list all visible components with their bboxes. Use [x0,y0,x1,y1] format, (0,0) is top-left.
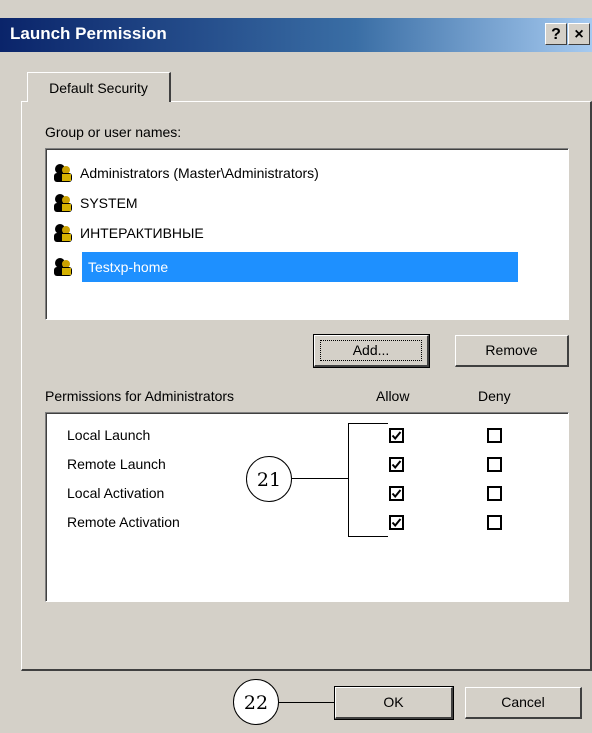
permission-local-activation: Local Activation [67,485,165,501]
check-icon [391,431,402,441]
check-icon [391,489,402,499]
focus-rect [320,340,422,361]
callout-bracket [348,423,349,537]
cancel-button[interactable]: Cancel [465,687,582,719]
help-button[interactable]: ? [545,23,567,45]
deny-remote-activation-checkbox[interactable] [487,515,502,530]
launch-permission-dialog: Launch Permission ? × Default Security G… [0,0,592,733]
callout-leader-22 [279,702,335,703]
users-icon [52,257,72,277]
user-item-administrators[interactable]: Administrators (Master\Administrators) [46,158,566,188]
user-name: Administrators (Master\Administrators) [80,165,319,181]
permission-local-launch: Local Launch [67,427,151,443]
user-item-interactive[interactable]: ИНТЕРАКТИВНЫЕ [46,218,566,248]
callout-bracket-top [348,423,388,424]
check-icon [391,460,402,470]
user-item-testxp-home[interactable]: Testxp-home [46,252,566,282]
window-title: Launch Permission [10,24,167,43]
ok-button[interactable]: OK [334,686,454,720]
users-icon [52,223,72,243]
users-icon [52,193,72,213]
callout-leader-21 [292,478,348,479]
deny-local-launch-checkbox[interactable] [487,428,502,443]
cancel-button-label: Cancel [501,694,545,710]
callout-22: 22 [233,679,279,725]
deny-header: Deny [478,388,511,404]
callout-21: 21 [246,456,292,502]
check-icon [391,518,402,528]
ok-button-label: OK [383,694,404,710]
user-name: ИНТЕРАКТИВНЫЕ [80,225,204,241]
group-or-user-names-label: Group or user names: [45,124,181,140]
allow-local-launch-checkbox[interactable] [389,428,404,443]
title-bar: Launch Permission ? × [0,18,592,52]
permissions-label: Permissions for Administrators [45,388,235,404]
allow-header: Allow [376,388,410,404]
deny-local-activation-checkbox[interactable] [487,486,502,501]
permission-remote-launch: Remote Launch [67,456,166,472]
remove-button[interactable]: Remove [455,335,569,367]
callout-bracket-bottom [348,536,388,537]
permission-remote-activation: Remote Activation [67,514,180,530]
user-name: Testxp-home [82,252,518,282]
user-name: SYSTEM [80,195,138,211]
group-label-text: Group or user names: [45,124,182,140]
allow-local-activation-checkbox[interactable] [389,486,404,501]
users-icon [52,163,72,183]
user-item-system[interactable]: SYSTEM [46,188,566,218]
tab-default-security[interactable]: Default Security [27,72,171,102]
user-list[interactable]: Administrators (Master\Administrators) S… [45,148,569,320]
close-button[interactable]: × [568,23,590,45]
add-button[interactable]: Add... [313,334,430,368]
allow-remote-launch-checkbox[interactable] [389,457,404,472]
allow-remote-activation-checkbox[interactable] [389,515,404,530]
deny-remote-launch-checkbox[interactable] [487,457,502,472]
remove-button-label: Remove [485,342,538,358]
